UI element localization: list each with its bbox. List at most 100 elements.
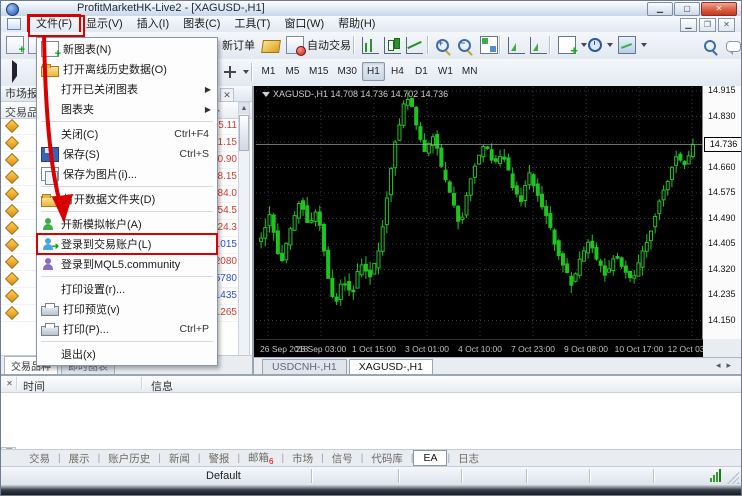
auto-scroll-icon [508, 37, 525, 54]
terminal-tab-代码库[interactable]: 代码库 [363, 450, 411, 467]
menubar-item-5[interactable]: 工具(T) [227, 16, 277, 32]
price-axis-label: 14.915 [708, 85, 736, 95]
mdi-restore-button[interactable]: ❐ [699, 18, 716, 32]
market-watch-close-icon[interactable]: ✕ [220, 88, 234, 102]
menubar-item-2[interactable]: 显示(V) [79, 16, 130, 32]
auto-scroll-button[interactable] [505, 35, 528, 55]
terminal-tab-账户历史[interactable]: 账户历史 [100, 450, 158, 467]
terminal-close-icon[interactable]: ✕ [4, 378, 15, 389]
message-column-header[interactable]: 信息 [151, 378, 173, 394]
chart-tab-bar: USDCNH-,H1XAGUSD-,H1 [254, 357, 742, 374]
line-chart-mode-button[interactable] [403, 35, 426, 55]
chart-shift-button[interactable] [527, 35, 550, 55]
file-menu-item-开新模拟帐户A[interactable]: 开新模拟帐户(A) [37, 214, 217, 234]
terminal-tab-展示[interactable]: 展示 [61, 450, 98, 467]
symbol-icon [5, 170, 19, 184]
file-menu-item-打开离线历史数据O[interactable]: 打开离线历史数据(O) [37, 59, 217, 79]
new-order-button[interactable]: 新订单 [219, 35, 258, 55]
timeframe-m5[interactable]: M5 [281, 62, 304, 81]
autotrading-button[interactable]: 自动交易 [283, 35, 354, 55]
time-column-header[interactable]: 时间 [23, 378, 45, 394]
chart-window-icon[interactable] [7, 18, 21, 30]
profile-status[interactable]: Default [206, 470, 241, 482]
tile-windows-icon [480, 36, 498, 54]
zoom-in-button[interactable]: + [433, 35, 452, 55]
menubar-item-6[interactable]: 窗口(W) [277, 16, 331, 32]
bid-price: .015 [218, 239, 237, 250]
search-button[interactable] [701, 35, 719, 55]
menubar-item-7[interactable]: 帮助(H) [331, 16, 382, 32]
bar-chart-mode-button[interactable] [359, 35, 382, 55]
terminal-tab-新闻[interactable]: 新闻 [161, 450, 198, 467]
file-menu-item-打印设置r[interactable]: 打印设置(r)... [37, 279, 217, 299]
terminal-tab-交易[interactable]: 交易 [21, 450, 58, 467]
file-menu-item-登录到MQL5commu[interactable]: 登录到MQL5.community [37, 254, 217, 274]
terminal-tab-日志[interactable]: 日志 [450, 450, 487, 467]
menubar-item-3[interactable]: 插入(I) [130, 16, 176, 32]
file-menu-item-打印P[interactable]: 打印(P)...Ctrl+P [37, 319, 217, 339]
timeframe-m30[interactable]: M30 [333, 62, 360, 81]
chat-button[interactable] [723, 35, 742, 55]
chart-plot-area[interactable]: XAGUSD-,H1 14.708 14.736 14.702 14.736 [256, 87, 703, 339]
file-menu-item-打印预览v[interactable]: 打印预览(v) [37, 299, 217, 319]
zoom-out-button[interactable]: − [455, 35, 474, 55]
price-axis-label: 14.320 [708, 264, 736, 274]
candlestick-mode-button[interactable] [381, 35, 404, 55]
save-icon [41, 147, 59, 162]
file-menu-item-退出x[interactable]: 退出(x) [37, 344, 217, 364]
timeframe-d1[interactable]: D1 [410, 62, 433, 81]
terminal-tab-bar: 交易|展示|账户历史|新闻|警报|邮箱6|市场|信号|代码库|EA|日志 [1, 449, 741, 466]
file-menu-item-登录到交易账户L[interactable]: ➜登录到交易账户(L) [37, 234, 217, 254]
mdi-minimize-button[interactable]: ▁ [680, 18, 697, 32]
terminal-tab-警报[interactable]: 警报 [200, 450, 237, 467]
menubar-item-4[interactable]: 图表(C) [176, 16, 227, 32]
mdi-close-button[interactable]: ✕ [718, 18, 735, 32]
menu-item-label: 登录到交易账户(L) [61, 236, 151, 252]
scrollbar-thumb[interactable] [239, 115, 249, 151]
mql5-market-button[interactable] [259, 35, 283, 55]
chart-tab[interactable]: USDCNH-,H1 [262, 359, 347, 374]
chart-tab[interactable]: XAGUSD-,H1 [349, 359, 433, 375]
tile-windows-button[interactable] [477, 35, 501, 55]
symbol-icon [5, 289, 19, 303]
dropdown-arrow-icon [243, 70, 249, 74]
file-menu-item-打开数据文件夹D[interactable]: 打开数据文件夹(D) [37, 189, 217, 209]
time-axis-label: 4 Oct 10:00 [458, 344, 502, 354]
maximize-button[interactable]: ▢ [674, 2, 700, 16]
terminal-tab-邮箱[interactable]: 邮箱6 [240, 449, 281, 467]
price-axis[interactable]: 14.91514.83014.74514.66014.57514.49014.4… [702, 86, 742, 339]
symbol-icon [5, 221, 19, 235]
minimize-button[interactable]: ▁ [647, 2, 673, 16]
periods-button[interactable] [585, 35, 616, 55]
terminal-tab-信号[interactable]: 信号 [324, 450, 361, 467]
close-button[interactable]: ✕ [701, 2, 737, 16]
file-menu-item-打开已关闭图表[interactable]: 打开已关闭图表▶ [37, 79, 217, 99]
terminal-tab-EA[interactable]: EA [413, 450, 447, 466]
file-menu-item-保存为图片i[interactable]: 保存为图片(i)... [37, 164, 217, 184]
resize-grip[interactable] [727, 472, 739, 484]
time-axis[interactable]: 26 Sep 201828 Sep 03:001 Oct 15:003 Oct … [256, 339, 703, 358]
terminal-tab-市场[interactable]: 市场 [284, 450, 321, 467]
scroll-up-icon[interactable]: ▲ [239, 103, 249, 114]
crosshair-tool-button[interactable] [219, 62, 252, 82]
cursor-tool-button[interactable] [5, 62, 27, 82]
timeframe-mn[interactable]: MN [458, 62, 482, 81]
timeframe-h1[interactable]: H1 [362, 62, 385, 81]
timeframe-w1[interactable]: W1 [434, 62, 457, 81]
chart-tab-scroll-arrows[interactable]: ◂▸ [716, 360, 737, 371]
timeframe-h4[interactable]: H4 [386, 62, 409, 81]
menubar-item-1[interactable]: 文件(F) [29, 16, 79, 32]
new-chart-button[interactable] [3, 35, 27, 55]
file-menu-item-图表夹[interactable]: 图表夹▶ [37, 99, 217, 119]
file-menu-item-新图表N[interactable]: 新图表(N) [37, 39, 217, 59]
timeframe-m1[interactable]: M1 [257, 62, 280, 81]
open-folder-icon [41, 66, 59, 77]
save-picture-icon [41, 167, 59, 181]
new-chart-icon [41, 41, 59, 57]
menu-item-label: 图表夹 [61, 101, 94, 117]
templates-button[interactable] [615, 35, 650, 55]
chart-shift-icon [530, 37, 547, 54]
file-menu-item-关闭C[interactable]: 关闭(C)Ctrl+F4 [37, 124, 217, 144]
timeframe-m15[interactable]: M15 [305, 62, 332, 81]
file-menu-item-保存S[interactable]: 保存(S)Ctrl+S [37, 144, 217, 164]
